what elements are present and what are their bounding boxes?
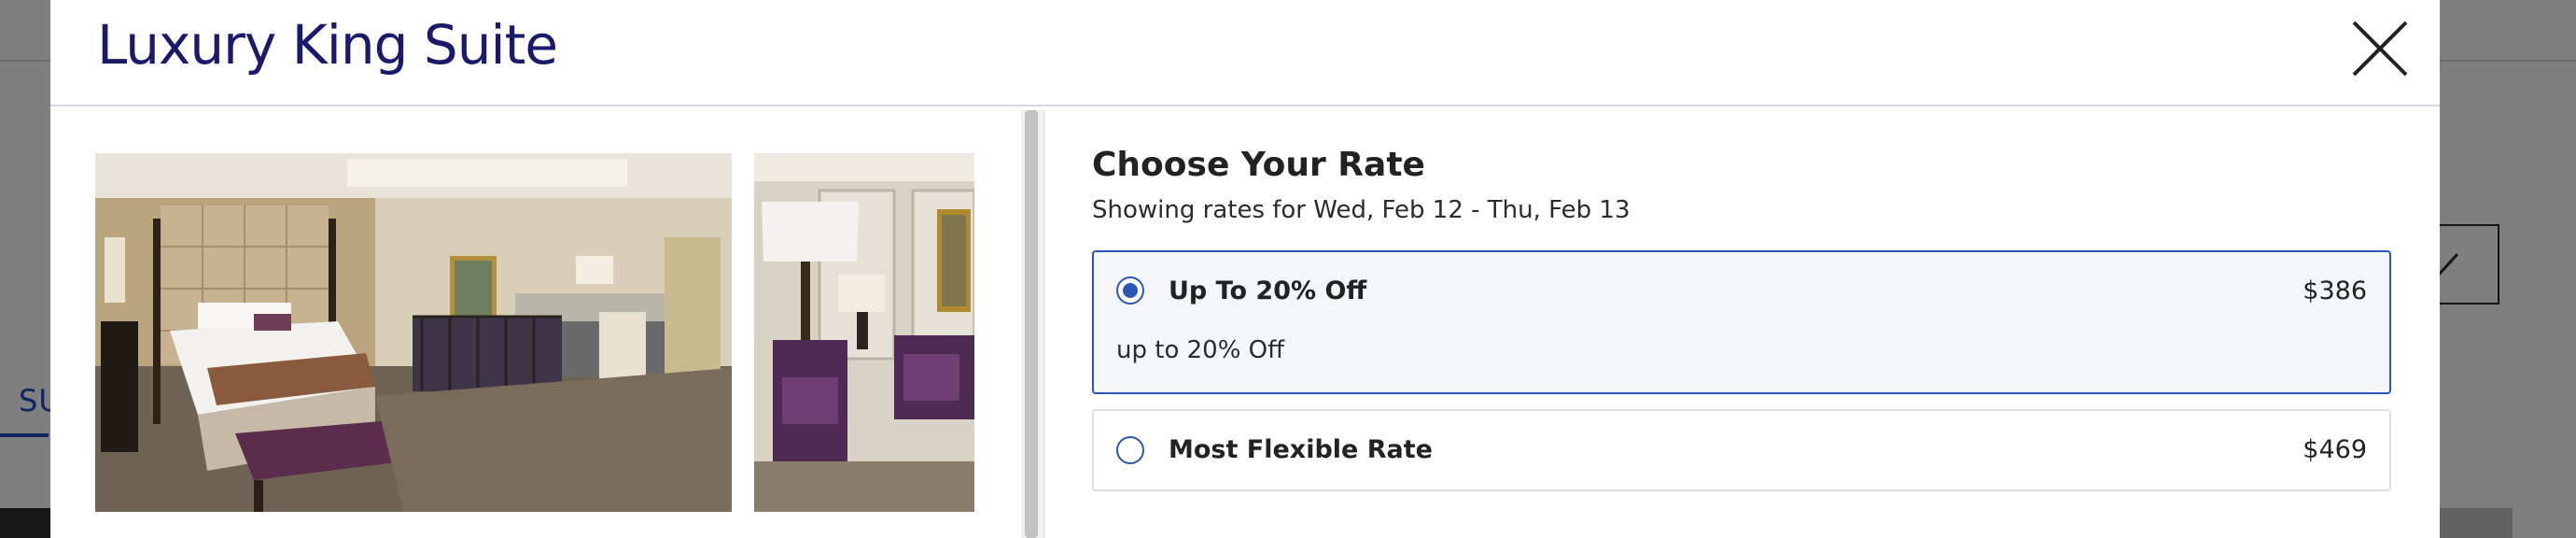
radio-button-selected[interactable] — [1116, 276, 1144, 304]
rate-date-range: Showing rates for Wed, Feb 12 - Thu, Feb… — [1092, 196, 1631, 224]
rate-option-price: $469 — [2303, 435, 2367, 464]
gallery-scrollbar-thumb[interactable] — [1025, 110, 1038, 538]
living-area-image — [754, 153, 974, 512]
close-button[interactable] — [2345, 13, 2415, 84]
rate-heading: Choose Your Rate — [1092, 146, 1425, 184]
rate-option-most-flexible[interactable]: Most Flexible Rate $469 — [1092, 409, 2391, 491]
radio-dot — [1123, 283, 1138, 298]
rate-option-description: up to 20% Off — [1116, 336, 1285, 364]
rate-option-name: Up To 20% Off — [1169, 276, 1367, 305]
room-photo-living-area[interactable] — [754, 153, 974, 512]
room-details-modal: Luxury King Suite Choose Your Rate Showi… — [50, 0, 2440, 538]
rate-option-price: $386 — [2303, 276, 2367, 305]
bedroom-image — [95, 153, 732, 512]
radio-button[interactable] — [1116, 436, 1144, 464]
close-icon — [2352, 21, 2408, 77]
room-photo-bedroom[interactable] — [95, 153, 732, 512]
rate-option-up-to-20-off[interactable]: Up To 20% Off $386 up to 20% Off — [1092, 250, 2391, 394]
modal-title: Luxury King Suite — [97, 13, 558, 77]
photo-gallery — [50, 108, 1021, 538]
rate-selection-panel: Choose Your Rate Showing rates for Wed, … — [1045, 108, 2440, 538]
rate-option-name: Most Flexible Rate — [1169, 435, 1433, 464]
modal-header: Luxury King Suite — [50, 0, 2440, 106]
